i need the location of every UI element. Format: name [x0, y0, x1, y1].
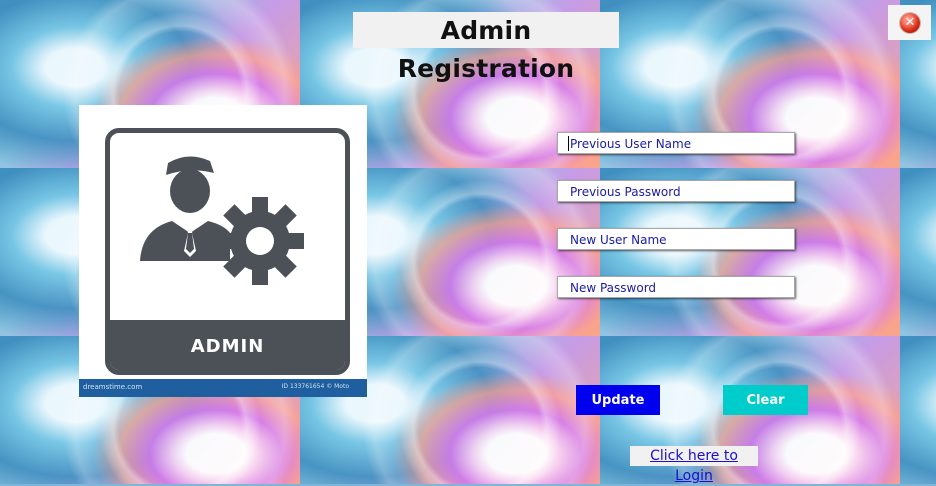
gear-icon — [216, 197, 304, 285]
admin-image: ADMIN dreamstime.com ID 133761654 © Moto — [79, 105, 367, 397]
admin-label: ADMIN — [110, 320, 345, 370]
update-button[interactable]: Update — [576, 385, 660, 415]
image-credit-strip: dreamstime.com ID 133761654 © Moto — [79, 379, 367, 397]
previous-password-field[interactable] — [557, 180, 795, 202]
text-cursor — [568, 136, 569, 151]
clear-button[interactable]: Clear — [723, 385, 808, 415]
admin-frame: ADMIN — [105, 128, 350, 375]
page-title: Admin Registration — [353, 12, 619, 83]
close-icon[interactable]: ✕ — [900, 13, 920, 33]
previous-password-input[interactable] — [558, 182, 794, 202]
close-button[interactable]: ✕ — [888, 5, 931, 40]
new-user-name-field[interactable] — [557, 228, 795, 250]
previous-user-name-input[interactable] — [558, 134, 794, 154]
previous-user-name-field[interactable] — [557, 132, 795, 154]
new-user-name-input[interactable] — [558, 230, 794, 250]
new-password-input[interactable] — [558, 278, 794, 298]
new-password-field[interactable] — [557, 276, 795, 298]
login-link[interactable]: Click here to Login — [630, 446, 758, 484]
